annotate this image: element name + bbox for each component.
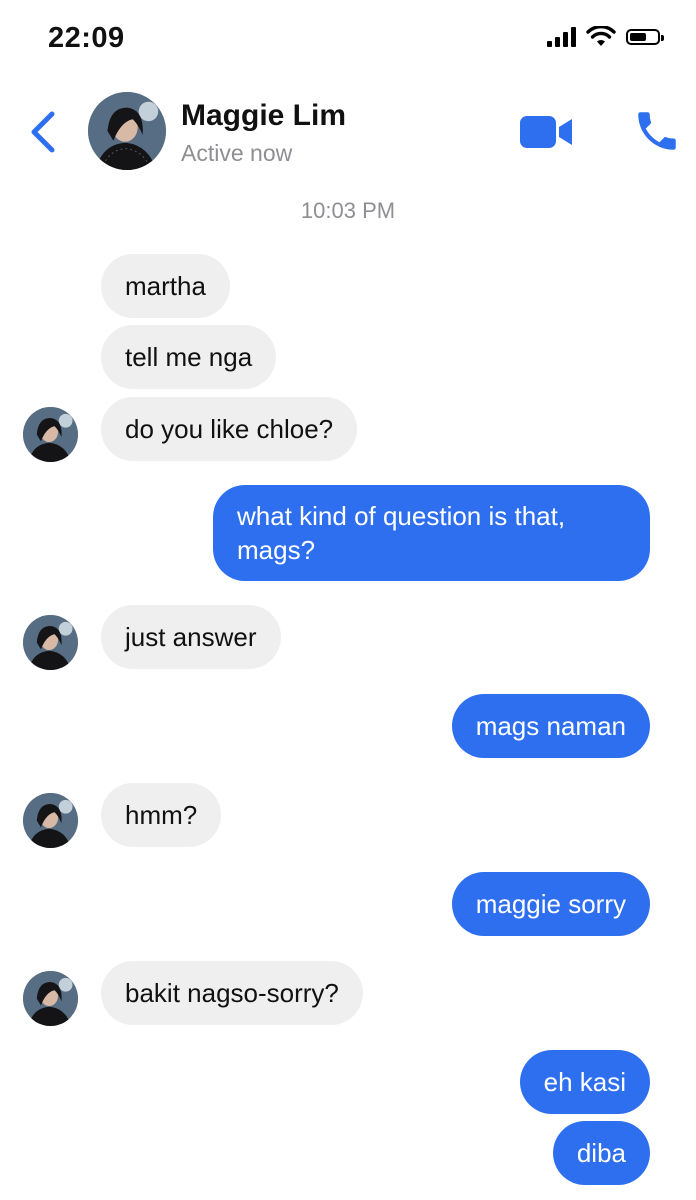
incoming-message[interactable]: martha <box>101 254 230 318</box>
contact-status: Active now <box>181 140 293 166</box>
status-icons <box>547 26 664 48</box>
chat-header: Maggie Lim Active now <box>0 80 696 180</box>
sender-avatar[interactable] <box>23 407 78 462</box>
incoming-message[interactable]: hmm? <box>101 783 222 847</box>
contact-name[interactable]: Maggie Lim <box>181 99 346 133</box>
sender-avatar[interactable] <box>23 971 78 1026</box>
status-bar: 22:09 <box>0 0 696 80</box>
status-time: 22:09 <box>48 22 125 54</box>
avatar-photo <box>88 92 166 170</box>
chevron-left-icon <box>31 111 55 153</box>
battery-level-fill <box>630 33 646 41</box>
incoming-message[interactable]: tell me nga <box>101 325 277 389</box>
avatar-photo <box>23 793 78 848</box>
outgoing-message[interactable]: mags naman <box>451 694 650 758</box>
sender-avatar[interactable] <box>23 793 78 848</box>
battery-icon <box>626 29 664 45</box>
outgoing-message[interactable]: what kind of question is that, mags? <box>213 485 650 581</box>
avatar-photo <box>23 615 78 670</box>
voice-call-button[interactable] <box>632 106 682 156</box>
video-camera-icon <box>520 116 572 148</box>
incoming-message[interactable]: do you like chloe? <box>101 397 358 461</box>
outgoing-message[interactable]: diba <box>552 1121 650 1185</box>
message-timestamp: 10:03 PM <box>300 198 396 223</box>
avatar-photo <box>23 971 78 1026</box>
avatar-photo <box>23 407 78 462</box>
video-call-button[interactable] <box>518 114 574 150</box>
cellular-signal-icon <box>547 27 576 47</box>
outgoing-message[interactable]: eh kasi <box>519 1050 650 1114</box>
outgoing-message[interactable]: maggie sorry <box>451 872 650 936</box>
incoming-message[interactable]: bakit nagso-sorry? <box>101 961 363 1025</box>
incoming-message[interactable]: just answer <box>101 605 281 669</box>
back-button[interactable] <box>24 110 64 154</box>
phone-icon <box>638 112 676 150</box>
wifi-icon <box>586 26 616 46</box>
sender-avatar[interactable] <box>23 615 78 670</box>
contact-avatar[interactable] <box>88 92 166 170</box>
